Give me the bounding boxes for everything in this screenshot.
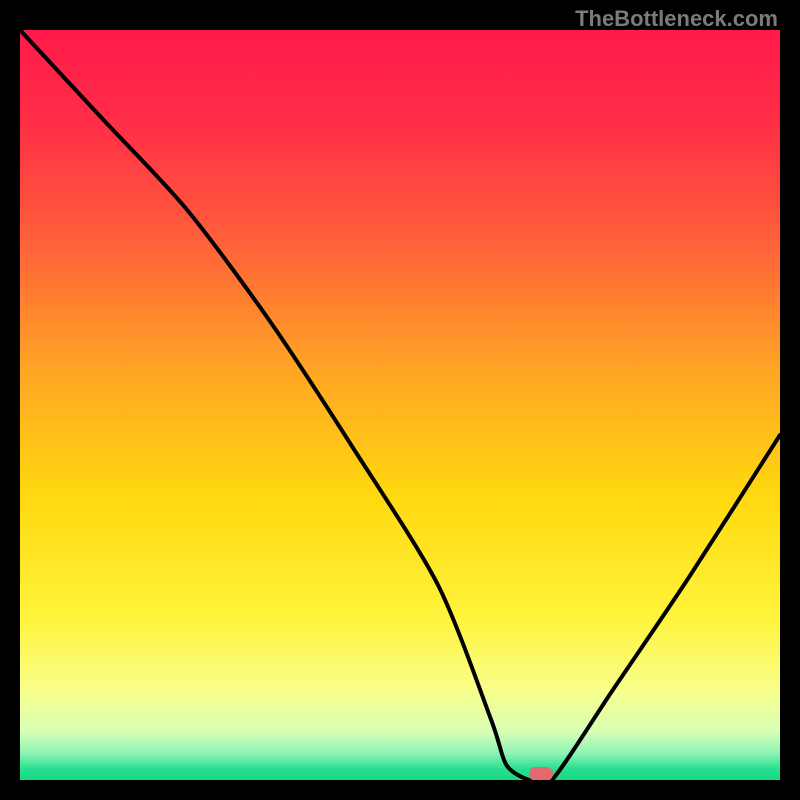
chart-frame: TheBottleneck.com — [0, 0, 800, 800]
optimal-marker — [529, 767, 553, 780]
bottleneck-curve — [20, 30, 780, 780]
plot-area — [20, 30, 780, 780]
watermark-text: TheBottleneck.com — [575, 6, 778, 32]
